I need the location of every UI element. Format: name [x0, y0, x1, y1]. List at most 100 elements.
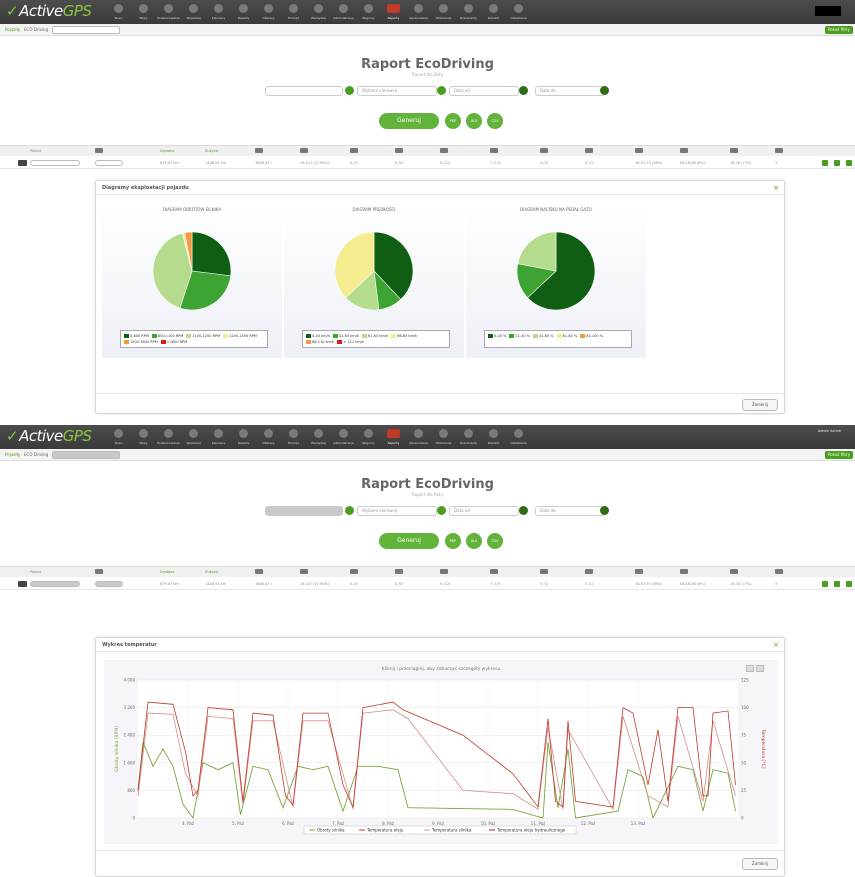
nav-item[interactable]: Kierowcy — [206, 0, 231, 24]
column-header-icon[interactable] — [300, 148, 308, 153]
nav-item[interactable]: Uprawnienia — [406, 0, 431, 24]
nav-item[interactable]: Obszary — [256, 0, 281, 24]
table-row[interactable]: 679,07 km 1448,54 km 1808,43 l 16,24 l (27,… — [0, 157, 855, 169]
legend-item[interactable]: 1100-1200 RPM — [186, 333, 220, 339]
temperature-chart[interactable]: Kliknij i przeciągnij, aby zobaczyć szcz… — [104, 660, 778, 844]
temperature-icon[interactable] — [834, 160, 840, 166]
nav-item[interactable]: Regiony — [356, 0, 381, 24]
driver-select[interactable]: Wybierz kierowcę — [357, 506, 437, 516]
column-header-icon[interactable] — [730, 148, 738, 153]
driver-select-icon[interactable] — [437, 86, 446, 95]
user-name[interactable]: Admin Active — [818, 429, 841, 433]
date-from-field[interactable]: Data od — [449, 86, 519, 96]
nav-item[interactable]: Mapy — [131, 425, 156, 449]
nav-item[interactable]: Ustawienia — [506, 425, 531, 449]
column-header[interactable]: Pojazd — [30, 149, 41, 153]
pie-slice[interactable] — [191, 231, 232, 277]
date-to-field[interactable]: Data do — [535, 86, 605, 96]
column-header[interactable]: Zużycie — [205, 570, 219, 574]
xls-button[interactable]: XLS — [466, 533, 482, 549]
nav-item[interactable]: Administracja — [331, 425, 356, 449]
show-filters-button[interactable]: Pokaż filtry — [825, 26, 853, 34]
breadcrumb-eco[interactable]: ECO Driving — [24, 27, 48, 32]
vehicle-select[interactable] — [52, 451, 120, 459]
details-icon[interactable] — [846, 581, 852, 587]
activegps-logo[interactable]: ✓ActiveGPS — [6, 427, 92, 445]
breadcrumb-objects[interactable]: Pojazdy — [5, 27, 20, 32]
nav-item[interactable]: Pojazdy — [231, 425, 256, 449]
column-header-icon[interactable] — [540, 569, 548, 574]
column-header-icon[interactable] — [490, 148, 498, 153]
column-header-icon[interactable] — [585, 569, 593, 574]
user-name-redacted[interactable] — [815, 6, 841, 16]
nav-item[interactable]: Kierowcy — [206, 425, 231, 449]
legend-item[interactable]: 86-110 km/h — [306, 339, 334, 345]
nav-item[interactable]: Podsumowanie — [156, 0, 181, 24]
calendar-to-icon[interactable] — [600, 506, 609, 515]
nav-item[interactable]: Kontakt — [481, 425, 506, 449]
nav-item[interactable]: Obliczenia — [431, 425, 456, 449]
column-header-icon[interactable] — [540, 148, 548, 153]
legend-item[interactable]: 1500-1800 RPM — [124, 339, 158, 345]
nav-item[interactable]: Zarządzaj — [306, 425, 331, 449]
pdf-button[interactable]: PDF — [445, 533, 461, 549]
calendar-to-icon[interactable] — [600, 86, 609, 95]
nav-item[interactable]: Kontakt — [481, 0, 506, 24]
column-header-icon[interactable] — [350, 148, 358, 153]
xls-button[interactable]: XLS — [466, 113, 482, 129]
calendar-from-icon[interactable] — [519, 506, 528, 515]
nav-item[interactable]: Prompt — [281, 425, 306, 449]
close-icon[interactable]: × — [773, 641, 779, 649]
chart-icon[interactable] — [822, 160, 828, 166]
legend-label[interactable]: Temperatura oleju hydraulicznego — [496, 828, 566, 833]
temperature-icon[interactable] — [834, 581, 840, 587]
column-header[interactable]: Pojazd — [30, 570, 41, 574]
legend-item[interactable]: >1800 RPM — [160, 339, 187, 345]
legend-item[interactable]: 0-20 % — [488, 333, 506, 339]
column-header-icon[interactable] — [440, 148, 448, 153]
column-header-icon[interactable] — [635, 148, 643, 153]
column-header-icon[interactable] — [95, 569, 103, 574]
legend-item[interactable]: > 111 km/h — [337, 339, 364, 345]
close-button[interactable]: Zamknij — [742, 858, 778, 870]
nav-item[interactable]: Administracja — [331, 0, 356, 24]
close-button[interactable]: Zamknij — [742, 399, 778, 411]
activegps-logo[interactable]: ✓ActiveGPS — [6, 2, 92, 20]
nav-item[interactable]: Obliczenia — [431, 0, 456, 24]
generate-button[interactable]: Generuj — [379, 113, 439, 129]
nav-item[interactable]: Pojazdy — [231, 0, 256, 24]
column-header-icon[interactable] — [680, 148, 688, 153]
nav-item[interactable]: Prompt — [281, 0, 306, 24]
vehicle-field-icon[interactable] — [345, 506, 354, 515]
pdf-button[interactable]: PDF — [445, 113, 461, 129]
legend-label[interactable]: Temperatura oleju — [366, 828, 404, 833]
column-header-icon[interactable] — [255, 569, 263, 574]
nav-item[interactable]: Zarządzaj — [306, 0, 331, 24]
legend-item[interactable]: 21-40 % — [509, 333, 530, 339]
nav-item[interactable]: Regiony — [356, 425, 381, 449]
vehicle-field[interactable] — [265, 506, 343, 516]
legend-item[interactable]: 61-65 km/h — [362, 333, 388, 339]
nav-item[interactable]: Dokumenty — [456, 0, 481, 24]
csv-button[interactable]: CSV — [487, 533, 503, 549]
nav-item[interactable]: Teren — [106, 0, 131, 24]
close-icon[interactable]: × — [773, 184, 779, 192]
driver-select[interactable]: Wybierz kierowcę — [357, 86, 437, 96]
legend-item[interactable]: 66-85 km/h — [391, 333, 417, 339]
nav-item[interactable]: Mapy — [131, 0, 156, 24]
csv-button[interactable]: CSV — [487, 113, 503, 129]
driver-select-icon[interactable] — [437, 506, 446, 515]
show-filters-button[interactable]: Pokaż filtry — [825, 451, 853, 459]
column-header-icon[interactable] — [775, 569, 783, 574]
nav-item[interactable]: Podsumowanie — [156, 425, 181, 449]
generate-button[interactable]: Generuj — [379, 533, 439, 549]
column-header-icon[interactable] — [395, 569, 403, 574]
column-header-icon[interactable] — [730, 569, 738, 574]
breadcrumb-eco[interactable]: ECO Driving — [24, 452, 48, 457]
legend-label[interactable]: Temperatura silnika — [431, 828, 472, 833]
vehicle-field-icon[interactable] — [345, 86, 354, 95]
column-header-icon[interactable] — [300, 569, 308, 574]
nav-item[interactable]: Wyszukaj — [181, 425, 206, 449]
legend-item[interactable]: 61-80 % — [556, 333, 577, 339]
calendar-from-icon[interactable] — [519, 86, 528, 95]
